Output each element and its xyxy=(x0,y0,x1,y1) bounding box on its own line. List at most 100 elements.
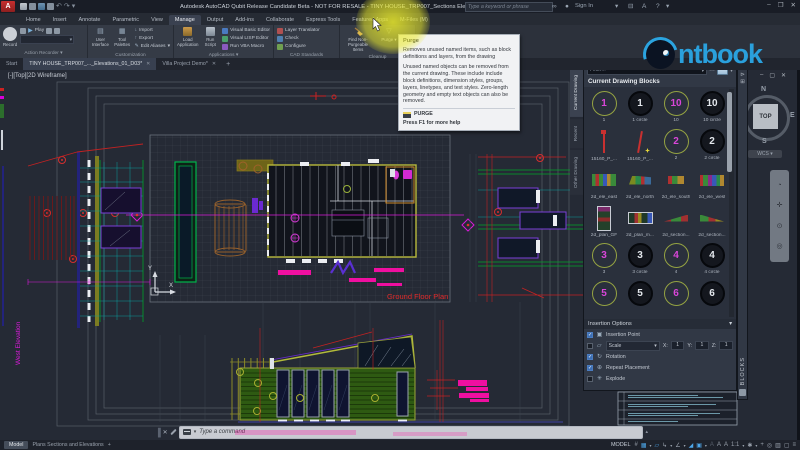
block-item[interactable]: 5 xyxy=(622,279,658,317)
block-item[interactable]: 5 xyxy=(586,279,622,317)
action-macro-dropdown[interactable]: ▾ xyxy=(20,35,74,44)
command-input[interactable]: ▾ Type a command xyxy=(179,426,644,439)
viewcube-east[interactable]: E xyxy=(790,112,795,119)
new-file-icon[interactable] xyxy=(20,3,27,10)
open-file-icon[interactable] xyxy=(29,3,36,10)
osnap-caret-icon[interactable]: ▾ xyxy=(705,443,707,448)
visual-lisp-editor-button[interactable]: Visual LISP Editor xyxy=(222,35,270,42)
ribbon-tab[interactable]: View xyxy=(145,15,169,25)
viewcube-north[interactable]: N xyxy=(761,86,766,93)
play-button[interactable]: Play xyxy=(35,28,44,33)
run-script-button[interactable]: Run Script xyxy=(201,27,219,47)
snap-icon[interactable]: ▦ xyxy=(641,442,647,449)
explode-checkbox[interactable] xyxy=(587,376,593,382)
isolate-objects-icon[interactable]: ◎ xyxy=(767,442,772,449)
block-item[interactable]: 4 4 circle xyxy=(694,241,730,279)
customize-wrench-icon[interactable] xyxy=(170,429,176,435)
block-item[interactable]: 10 10 circle xyxy=(694,89,730,127)
annotation-visibility-icon[interactable]: A xyxy=(710,442,714,448)
polar-caret-icon[interactable]: ▾ xyxy=(684,443,686,448)
visual-basic-editor-button[interactable]: Visual Basic Editor xyxy=(222,27,270,34)
recent-commands-icon[interactable] xyxy=(183,429,191,435)
block-item[interactable]: 6 xyxy=(694,279,730,317)
grid-icon[interactable]: # xyxy=(635,442,638,448)
rotation-row[interactable]: ↻ Rotation xyxy=(584,351,736,362)
block-item[interactable]: 4 4 xyxy=(658,241,694,279)
help-caret-icon[interactable]: ▾ xyxy=(666,2,669,11)
plot-icon[interactable] xyxy=(47,3,54,10)
insertion-point-checkbox[interactable] xyxy=(587,332,593,338)
workspace-gear-icon[interactable]: ✱ xyxy=(747,442,752,449)
isodraft-icon[interactable]: ◢ xyxy=(689,442,694,449)
clean-screen-icon[interactable]: ▢ xyxy=(784,442,790,449)
redo-icon[interactable]: ↷ xyxy=(64,3,70,10)
workspace-caret-icon[interactable]: ▾ xyxy=(755,443,757,448)
viewcube-south[interactable]: S xyxy=(762,138,767,145)
block-item[interactable]: 2 2 xyxy=(658,127,694,165)
palette-settings-icon[interactable] xyxy=(739,389,746,396)
ribbon-tab[interactable]: Annotate xyxy=(72,15,106,25)
command-expand-icon[interactable]: ▴ xyxy=(645,429,648,435)
dynamic-input-icon[interactable]: ↳ xyxy=(662,442,667,449)
object-snap-icon[interactable]: ▣ xyxy=(696,442,702,449)
panel-title-applications[interactable]: Applications ▾ xyxy=(174,52,273,60)
orbit-icon[interactable]: ◎ xyxy=(776,242,782,250)
block-item[interactable]: 2d_ele_south xyxy=(658,165,694,203)
annotation-monitor-icon[interactable]: + xyxy=(760,442,764,448)
wcs-dropdown[interactable]: WCS ▾ xyxy=(748,150,782,158)
close-icon[interactable]: ✕ xyxy=(791,1,796,9)
ribbon-tab[interactable]: Express Tools xyxy=(300,15,346,25)
panel-title-cad-standards[interactable]: CAD Standards xyxy=(274,52,339,60)
command-grip[interactable]: ▐ xyxy=(155,428,161,437)
save-icon[interactable] xyxy=(38,3,45,10)
scale-y-input[interactable]: 1 xyxy=(695,341,709,350)
block-item[interactable]: 10 10 xyxy=(658,89,694,127)
navigation-bar[interactable]: ◔ ✛ ⊙ ◎ xyxy=(770,170,789,262)
block-item[interactable]: 2d_ele_west xyxy=(694,165,730,203)
annotation-scale-value[interactable]: 1:1 xyxy=(731,442,739,448)
ribbon-tab[interactable]: Parametric xyxy=(106,15,145,25)
insertion-point-row[interactable]: ▣ Insertion Point xyxy=(584,329,736,340)
block-item[interactable]: 2d_ele_east xyxy=(586,165,622,203)
tool-palettes-button[interactable]: ▦ Tool Palettes xyxy=(113,27,132,47)
block-item[interactable]: 2d_plan_GF xyxy=(586,203,622,241)
command-caret-icon[interactable]: ▾ xyxy=(194,429,197,435)
block-item[interactable]: 2d_ele_north xyxy=(622,165,658,203)
steering-wheel-icon[interactable]: ◔ xyxy=(777,182,781,189)
block-item[interactable]: 1 1 circle xyxy=(622,89,658,127)
scrollbar-thumb[interactable] xyxy=(727,92,732,172)
command-close-icon[interactable]: ✕ xyxy=(163,429,168,436)
qat-caret-icon[interactable]: ▾ xyxy=(72,3,76,10)
store-cart-icon[interactable]: ⊟ xyxy=(628,2,633,11)
ribbon-tab[interactable]: Insert xyxy=(47,15,73,25)
search-input[interactable]: Type a keyword or phrase xyxy=(465,2,553,12)
record-button[interactable]: Record xyxy=(3,27,17,47)
ortho-caret-icon[interactable]: ▾ xyxy=(670,443,672,448)
block-item[interactable]: 15160_P_... xyxy=(586,127,622,165)
palette-side-tab[interactable]: Other Drawing xyxy=(570,150,583,195)
customize-icon[interactable]: ≡ xyxy=(792,442,796,448)
model-tab[interactable]: Model xyxy=(4,441,28,449)
load-application-button[interactable]: Load Application xyxy=(177,27,198,47)
ribbon-tab[interactable]: Home xyxy=(20,15,47,25)
ribbon-tab[interactable]: Add-ins xyxy=(229,15,260,25)
viewcube[interactable]: N TOP E S WCS ▾ xyxy=(742,86,798,170)
scale-checkbox[interactable] xyxy=(587,343,593,349)
annotation-scale-icon[interactable]: A xyxy=(724,442,728,448)
run-vba-macro-button[interactable]: Run VBA Macro xyxy=(222,43,270,50)
block-item[interactable]: 6 xyxy=(658,279,694,317)
import-button[interactable]: ↓Import xyxy=(135,27,170,34)
snap-caret-icon[interactable]: ▾ xyxy=(650,443,652,448)
pan-icon[interactable]: ✛ xyxy=(777,201,783,209)
user-icon[interactable]: ● xyxy=(565,2,569,11)
ribbon-tab[interactable]: Output xyxy=(201,15,230,25)
panel-title-action-recorder[interactable]: Action Recorder ▾ xyxy=(0,50,87,58)
restore-icon[interactable]: ❐ xyxy=(778,1,784,9)
block-item[interactable]: 2d_plan_m... xyxy=(622,203,658,241)
graphics-performance-icon[interactable]: ▥ xyxy=(775,442,781,449)
block-item[interactable]: 2d_section... xyxy=(658,203,694,241)
block-item[interactable]: 1 1 xyxy=(586,89,622,127)
user-interface-button[interactable]: ▤ User Interface xyxy=(91,27,110,47)
ribbon-tab[interactable]: Collaborate xyxy=(260,15,300,25)
infer-constraints-icon[interactable]: ▱ xyxy=(655,442,660,449)
